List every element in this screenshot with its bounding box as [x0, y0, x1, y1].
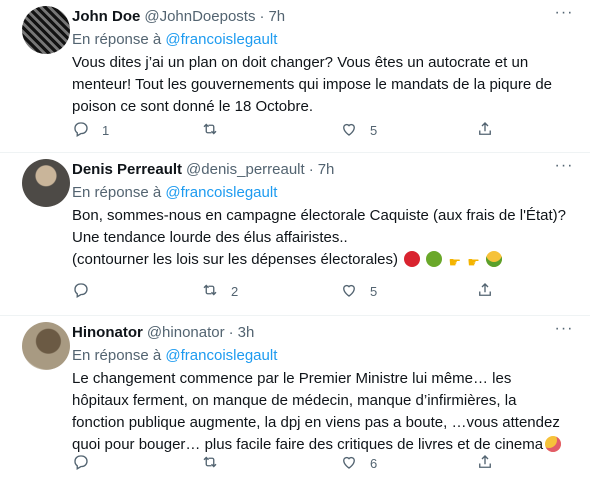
tweet-text-line: Une tendance lourde des élus affairistes… [72, 229, 348, 246]
tweet-text: Bon, sommes-nous en campagne électorale … [72, 205, 572, 271]
avatar[interactable] [22, 6, 70, 54]
reply-mention-link[interactable]: @francoislegault [165, 347, 277, 364]
reply-icon [72, 120, 90, 141]
tweet-header: Hinonator @hinonator · 3h [72, 322, 574, 342]
reply-count: 1 [102, 122, 110, 138]
tweet-text: Le changement commence par le Premier Mi… [72, 368, 572, 456]
timestamp[interactable]: 7h [268, 8, 285, 25]
retweet-button[interactable] [201, 453, 231, 474]
like-button[interactable]: 5 [340, 281, 377, 302]
tweet[interactable]: Denis Perreault @denis_perreault · 7h ··… [0, 153, 590, 316]
reply-mention-link[interactable]: @francoislegault [165, 31, 277, 48]
reply-prefix: En réponse à [72, 184, 162, 201]
share-button[interactable] [476, 120, 494, 141]
action-bar: 1 5 [72, 120, 502, 140]
like-button[interactable]: 6 [340, 453, 377, 474]
zany-face-icon [545, 436, 562, 452]
like-icon [340, 120, 358, 141]
retweet-icon [201, 453, 219, 474]
tweet-text-line: Bon, sommes-nous en campagne électorale … [72, 207, 566, 224]
like-icon [340, 453, 358, 474]
action-bar: 6 [72, 453, 502, 473]
tweet-header: Denis Perreault @denis_perreault · 7h [72, 159, 574, 179]
like-icon [340, 281, 358, 302]
tweet-text-line: (contourner les lois sur les dépenses él… [72, 251, 398, 268]
nauseated-face-icon [426, 251, 443, 267]
tweet-text-line-with-emoji: (contourner les lois sur les dépenses él… [72, 249, 572, 271]
avatar[interactable] [22, 322, 70, 370]
share-button[interactable] [476, 281, 494, 302]
reply-prefix: En réponse à [72, 347, 162, 364]
retweet-count: 2 [231, 283, 239, 299]
reply-prefix: En réponse à [72, 31, 162, 48]
reply-button[interactable]: 1 [72, 120, 109, 141]
retweet-icon [201, 120, 219, 141]
share-icon [476, 120, 494, 141]
tweet-text-body: Le changement commence par le Premier Mi… [72, 370, 560, 453]
avatar[interactable] [22, 159, 70, 207]
share-icon [476, 453, 494, 474]
author-name[interactable]: Hinonator [72, 324, 143, 341]
pointing-hand-icon: ☛ [467, 254, 480, 270]
reply-icon [72, 281, 90, 302]
share-button[interactable] [476, 453, 494, 474]
author-name[interactable]: John Doe [72, 8, 140, 25]
reply-mention-link[interactable]: @francoislegault [165, 184, 277, 201]
like-count: 5 [370, 283, 378, 299]
reply-context: En réponse à @francoislegault [72, 30, 574, 50]
reply-button[interactable] [72, 453, 102, 474]
retweet-button[interactable]: 2 [201, 281, 238, 302]
author-handle[interactable]: @hinonator [147, 324, 225, 341]
more-icon[interactable]: ··· [554, 321, 574, 342]
timestamp[interactable]: 3h [238, 324, 255, 341]
share-icon [476, 281, 494, 302]
action-bar: 2 5 [72, 281, 502, 301]
timestamp[interactable]: 7h [318, 161, 335, 178]
separator-dot: · [308, 160, 314, 178]
more-icon[interactable]: ··· [554, 158, 574, 179]
reply-button[interactable] [72, 281, 102, 302]
tweet[interactable]: John Doe @JohnDoeposts · 7h ··· En répon… [0, 0, 590, 153]
retweet-icon [201, 281, 219, 302]
author-handle[interactable]: @denis_perreault [186, 161, 305, 178]
separator-dot: · [228, 323, 234, 341]
like-button[interactable]: 5 [340, 120, 377, 141]
angry-face-icon [404, 251, 421, 267]
reply-icon [72, 453, 90, 474]
pointing-hand-icon: ☛ [448, 254, 462, 270]
reply-context: En réponse à @francoislegault [72, 346, 574, 366]
tweet-text: Vous dites j’ai un plan on doit changer?… [72, 54, 553, 115]
more-icon[interactable]: ··· [554, 5, 574, 26]
like-count: 5 [370, 122, 378, 138]
like-count: 6 [370, 455, 378, 471]
retweet-button[interactable] [201, 120, 231, 141]
tweet[interactable]: Hinonator @hinonator · 3h ··· En réponse… [0, 316, 590, 484]
tweet-header: John Doe @JohnDoeposts · 7h [72, 6, 574, 26]
vomiting-face-icon [485, 251, 502, 267]
reply-context: En réponse à @francoislegault [72, 183, 574, 203]
separator-dot: · [259, 7, 265, 25]
author-name[interactable]: Denis Perreault [72, 161, 182, 178]
author-handle[interactable]: @JohnDoeposts [144, 8, 255, 25]
